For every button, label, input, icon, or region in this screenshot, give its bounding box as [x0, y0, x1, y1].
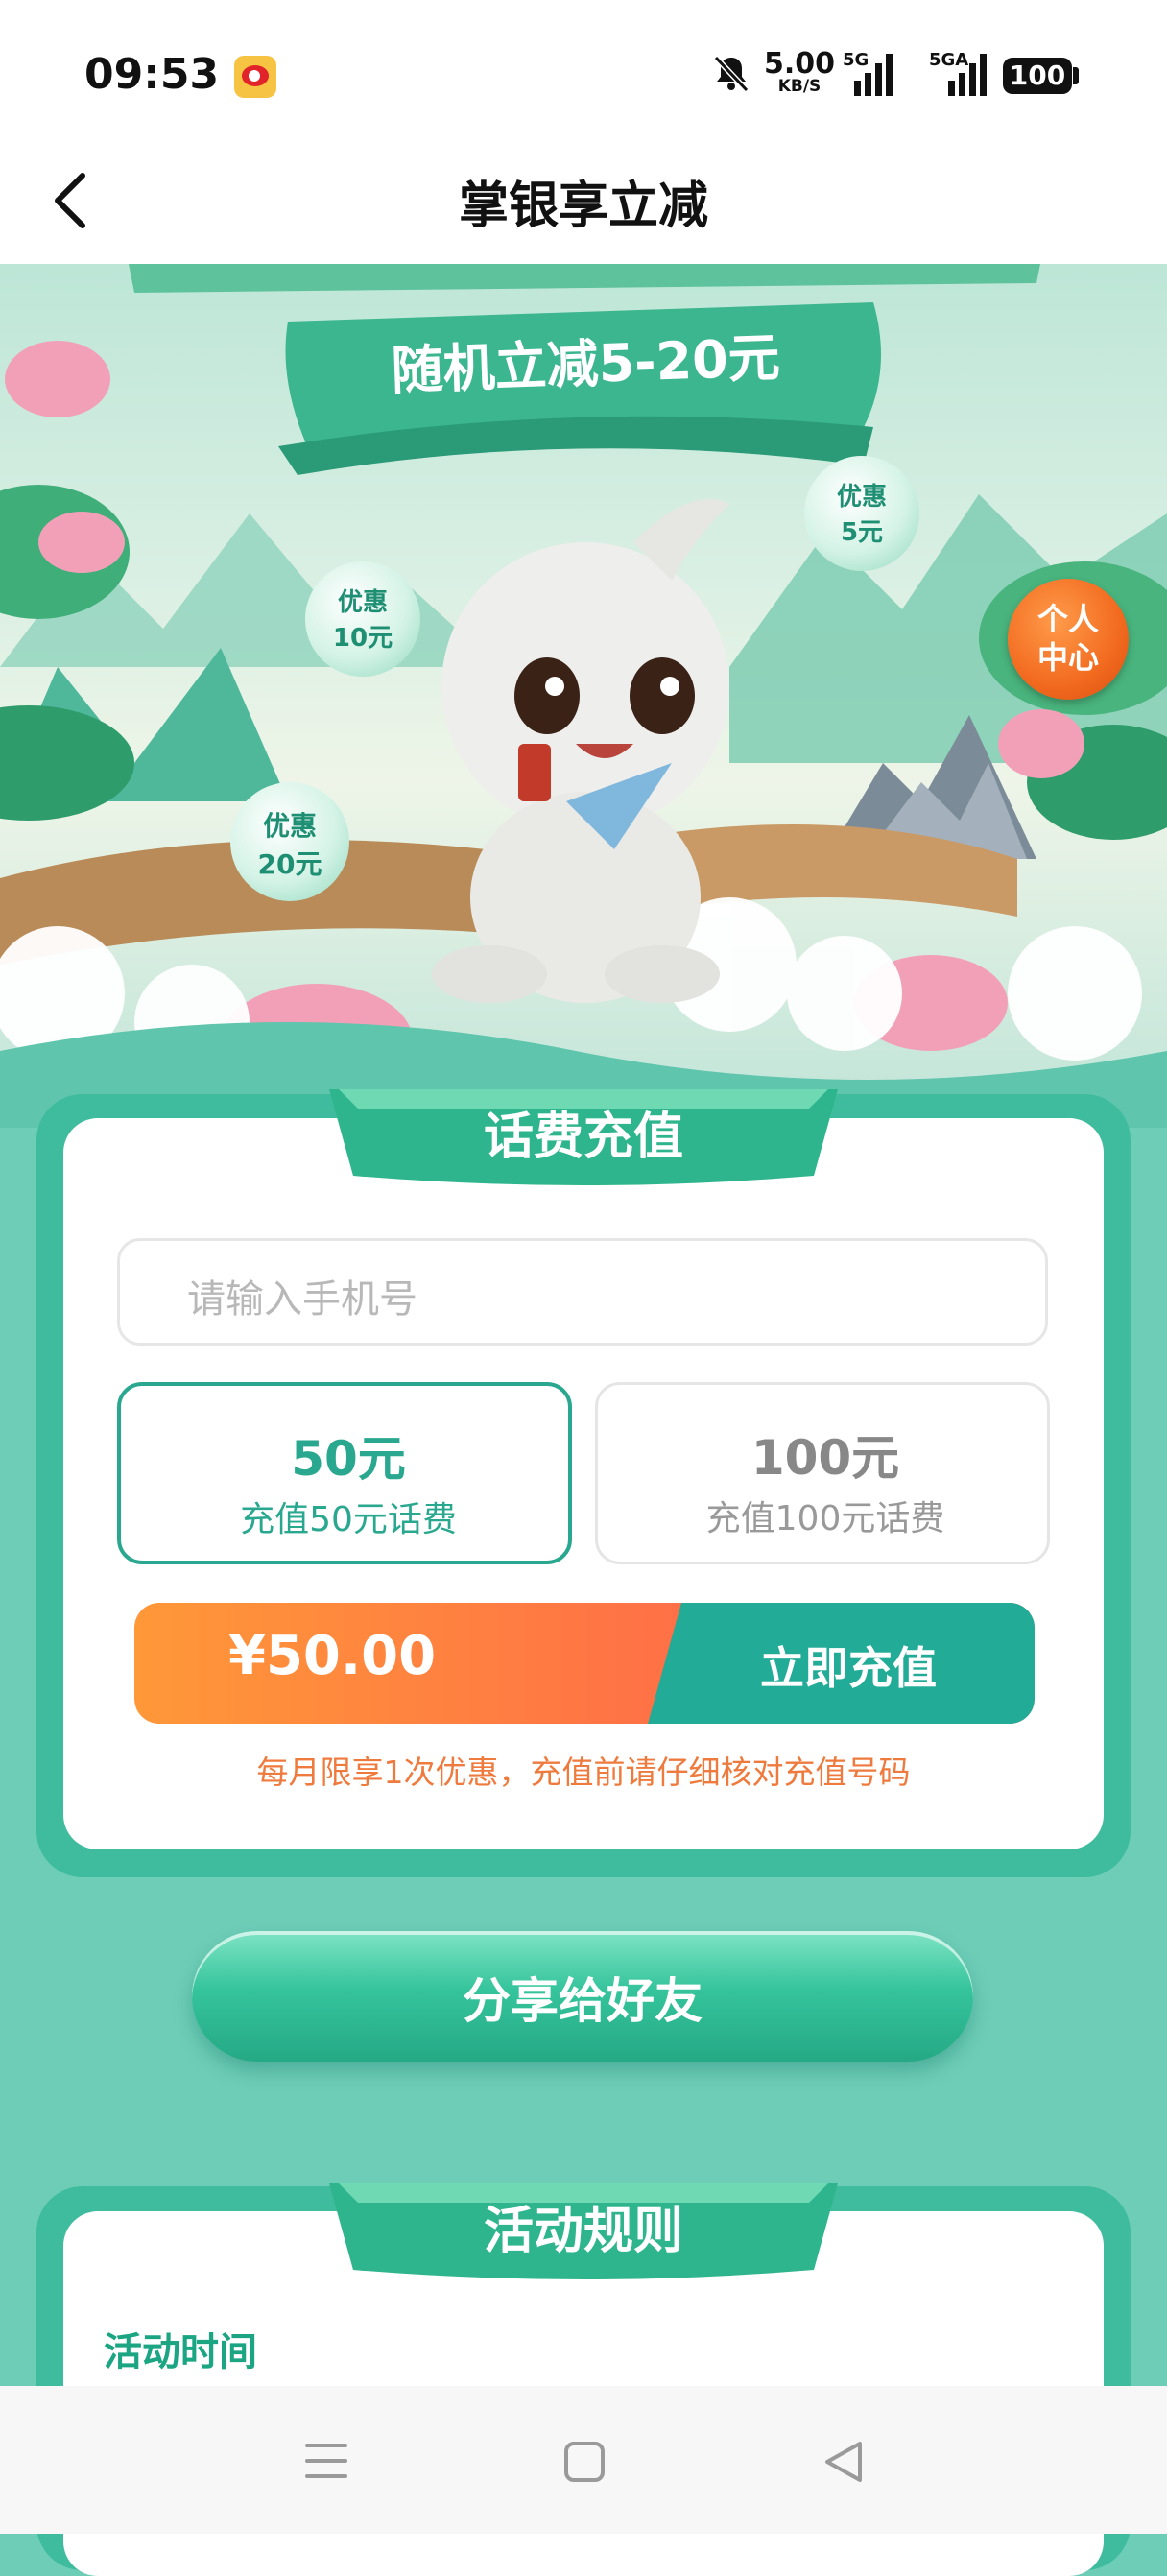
personal-center-button[interactable]: 个人 中心: [1008, 579, 1129, 700]
recharge-now-button[interactable]: 立即充值: [662, 1634, 1035, 1697]
option-50-desc: 充值50元话费: [240, 1500, 457, 1539]
recharge-option-100[interactable]: 100元 充值100元话费: [595, 1382, 1050, 1564]
status-time: 09:53: [84, 50, 220, 99]
recharge-notice: 每月限享1次优惠，充值前请仔细核对充值号码: [256, 1753, 911, 1791]
price-amount: ¥50.00: [228, 1625, 437, 1687]
coupon-bubble-5[interactable]: 优惠 5元: [804, 456, 919, 571]
home-icon[interactable]: [562, 2440, 607, 2484]
network-speed: 5.00 KB/S: [764, 47, 836, 96]
back-icon[interactable]: [822, 2438, 866, 2486]
option-100-amount: 100元: [750, 1430, 900, 1486]
coupon-bubble-10[interactable]: 优惠 10元: [305, 561, 420, 677]
option-100-desc: 充值100元话费: [705, 1499, 945, 1538]
recharge-option-50[interactable]: 50元 充值50元话费: [117, 1382, 572, 1564]
menu-icon[interactable]: [303, 2442, 349, 2480]
phone-input-placeholder: 请输入手机号: [187, 1277, 417, 1322]
recharge-section-title: 话费充值: [483, 1109, 683, 1166]
share-button-label: 分享给好友: [463, 1973, 703, 2029]
activity-time-heading: 活动时间: [104, 2330, 257, 2374]
signal-icon: [854, 54, 893, 96]
rules-section-title: 活动规则: [483, 2203, 683, 2260]
battery-indicator: 100: [1003, 58, 1072, 94]
hero-banner: 随机立减5-20元 优惠 10元 优惠 5元 优惠 20元 个人 中心: [0, 264, 1167, 1128]
mute-bell-icon: [713, 55, 750, 93]
signal-icon-2: [948, 54, 987, 96]
battery-tip: [1073, 67, 1079, 84]
page-title: 掌银享立减: [458, 178, 708, 235]
option-50-amount: 50元: [291, 1431, 406, 1487]
weibo-notification-icon: [234, 56, 276, 98]
coupon-bubble-20[interactable]: 优惠 20元: [230, 782, 349, 901]
